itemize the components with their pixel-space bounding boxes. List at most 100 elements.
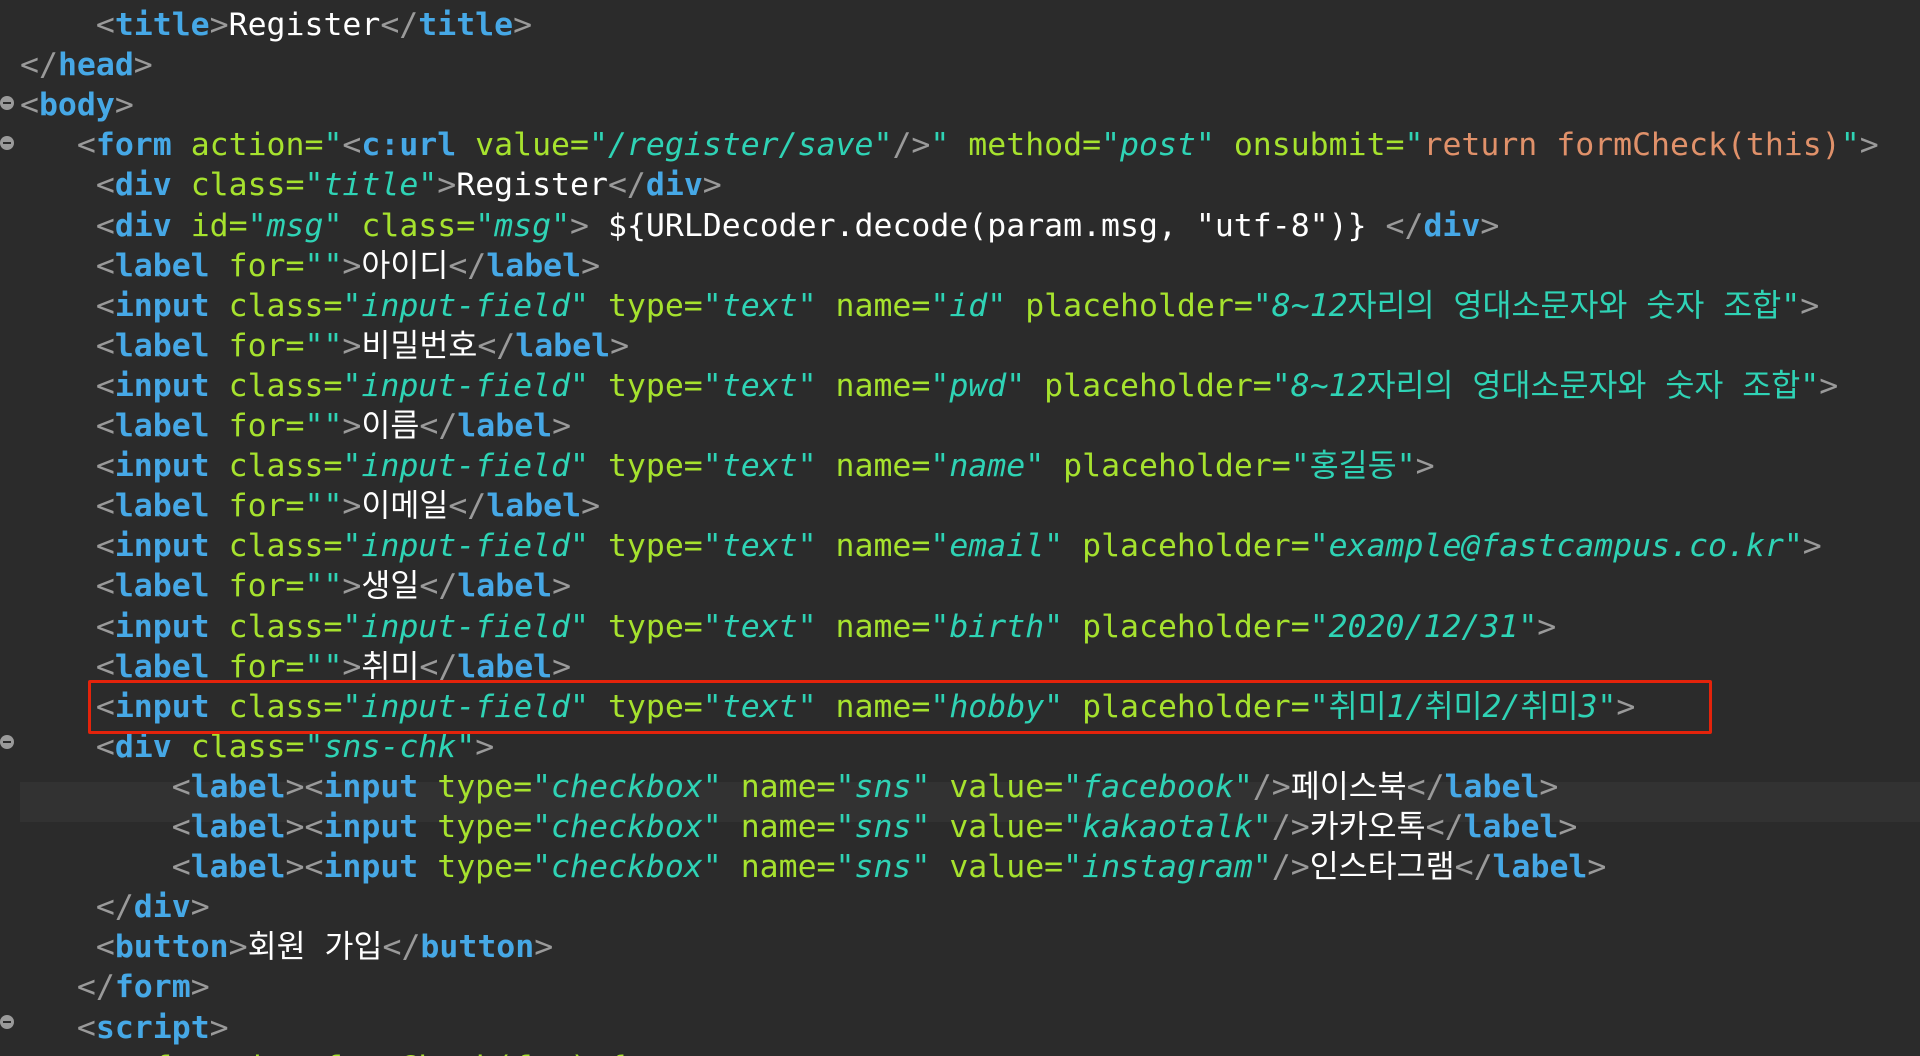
code-token: script (95, 1009, 210, 1046)
code-token: button (420, 929, 535, 966)
code-line[interactable]: <label><input type="checkbox" name="sns"… (20, 807, 1578, 847)
code-token: input (114, 608, 210, 645)
code-token: label (114, 408, 210, 444)
code-line[interactable]: <button>회원 가입</button> (20, 927, 553, 967)
code-token: </ (419, 568, 458, 605)
fold-toggle-icon[interactable] (0, 1015, 14, 1029)
code-token: input (114, 367, 210, 404)
code-token: title (114, 7, 210, 43)
code-token: post (1120, 127, 1196, 164)
code-line[interactable]: <input class="input-field" type="text" n… (20, 607, 1556, 647)
code-line[interactable]: <script> (20, 1008, 229, 1048)
code-token: label (114, 327, 210, 364)
code-line[interactable]: <input class="input-field" type="text" n… (20, 286, 1819, 326)
code-token: > (133, 47, 153, 84)
code-token: method= (949, 127, 1102, 164)
code-token: " (532, 768, 552, 805)
code-token: " (702, 809, 722, 845)
code-line[interactable]: <input class="input-field" type="text" n… (20, 366, 1838, 406)
code-token: < (95, 408, 115, 444)
code-token: </ (95, 889, 134, 926)
code-token: kakaotalk (1082, 809, 1253, 845)
code-token: " (911, 849, 931, 886)
code-token: < (95, 488, 115, 525)
code-token: text (721, 367, 798, 404)
code-token: > (437, 167, 457, 204)
code-line[interactable]: </head> (20, 45, 153, 85)
code-line[interactable]: <label for="">이메일</label> (20, 486, 600, 526)
code-token: for= (209, 488, 305, 525)
code-token: " (1271, 367, 1291, 404)
code-token: " (930, 287, 950, 324)
code-line[interactable]: </div> (20, 887, 210, 927)
code-token: </ (607, 167, 646, 204)
fold-toggle-icon[interactable] (0, 735, 14, 749)
code-line[interactable]: <form action="<c:url value="/register/sa… (20, 125, 1879, 165)
code-token: < (171, 768, 191, 805)
code-token: class= (171, 728, 305, 765)
code-token: label (114, 568, 210, 605)
code-line[interactable]: <label for="">생일</label> (20, 566, 571, 606)
code-token: < (95, 448, 115, 485)
code-token: label (114, 247, 210, 284)
code-token: > (534, 929, 554, 966)
code-line[interactable]: <label for="">이름</label> (20, 406, 571, 446)
code-line[interactable]: <input class="input-field" type="text" n… (20, 526, 1822, 566)
code-line[interactable]: <label><input type="checkbox" name="sns"… (20, 847, 1607, 887)
code-line[interactable]: <label><input type="checkbox" name="sns"… (20, 767, 1559, 807)
code-token: " (1195, 127, 1215, 164)
code-token: " (1290, 448, 1310, 485)
fold-toggle-icon[interactable] (0, 96, 14, 110)
code-token: for= (209, 247, 305, 284)
code-token: < (171, 849, 191, 886)
code-line[interactable]: function formCheck(frm) { (20, 1048, 627, 1056)
code-line[interactable]: <label for="">아이디</label> (20, 246, 600, 286)
code-token: " (1233, 768, 1253, 805)
code-token: < (95, 929, 115, 966)
code-token: facebook (1082, 768, 1234, 805)
code-token: </ (20, 47, 58, 84)
code-token: /register/save (607, 127, 874, 164)
code-token: value= (930, 768, 1064, 805)
code-token: form (95, 127, 172, 164)
code-line[interactable]: </form> (20, 967, 210, 1007)
code-token: > (1539, 768, 1559, 805)
code-token: type= (588, 528, 703, 565)
code-token: label (457, 568, 553, 605)
code-token: " (1252, 849, 1272, 886)
code-line[interactable]: <title>Register</title> (20, 5, 532, 45)
code-token: div (645, 167, 703, 204)
code-token: "" (304, 247, 343, 284)
code-token: < (95, 167, 115, 204)
code-token: label (1492, 849, 1588, 886)
code-token: function formCheck(frm) { (153, 1050, 627, 1056)
code-token: div (133, 889, 191, 926)
code-line[interactable]: <div id="msg" class="msg"> ${URLDecoder.… (20, 206, 1499, 246)
code-token: 생일 (361, 568, 420, 605)
code-token: > (190, 889, 210, 926)
code-line[interactable]: <div class="title">Register</div> (20, 165, 722, 205)
code-line[interactable]: <body> (20, 85, 134, 125)
code-token: div (114, 167, 172, 204)
code-token: " (1044, 608, 1064, 645)
code-token: " (835, 809, 855, 845)
code-token: " (1063, 768, 1083, 805)
code-token: input (323, 849, 419, 886)
code-token: > (1859, 127, 1879, 164)
code-token: sns (854, 768, 912, 805)
code-token: < (95, 728, 115, 765)
code-token: > (342, 488, 362, 525)
code-line[interactable]: <input class="input-field" type="text" n… (20, 446, 1435, 486)
fold-toggle-icon[interactable] (0, 136, 14, 150)
code-token: title (323, 167, 419, 204)
code-token: return formCheck(this) (1423, 127, 1841, 164)
code-line[interactable]: <label for="">비밀번호</label> (20, 326, 629, 366)
code-editor[interactable]: <title>Register</title> </head> <body> <fo… (0, 0, 1920, 1056)
code-token: label (1463, 809, 1559, 845)
